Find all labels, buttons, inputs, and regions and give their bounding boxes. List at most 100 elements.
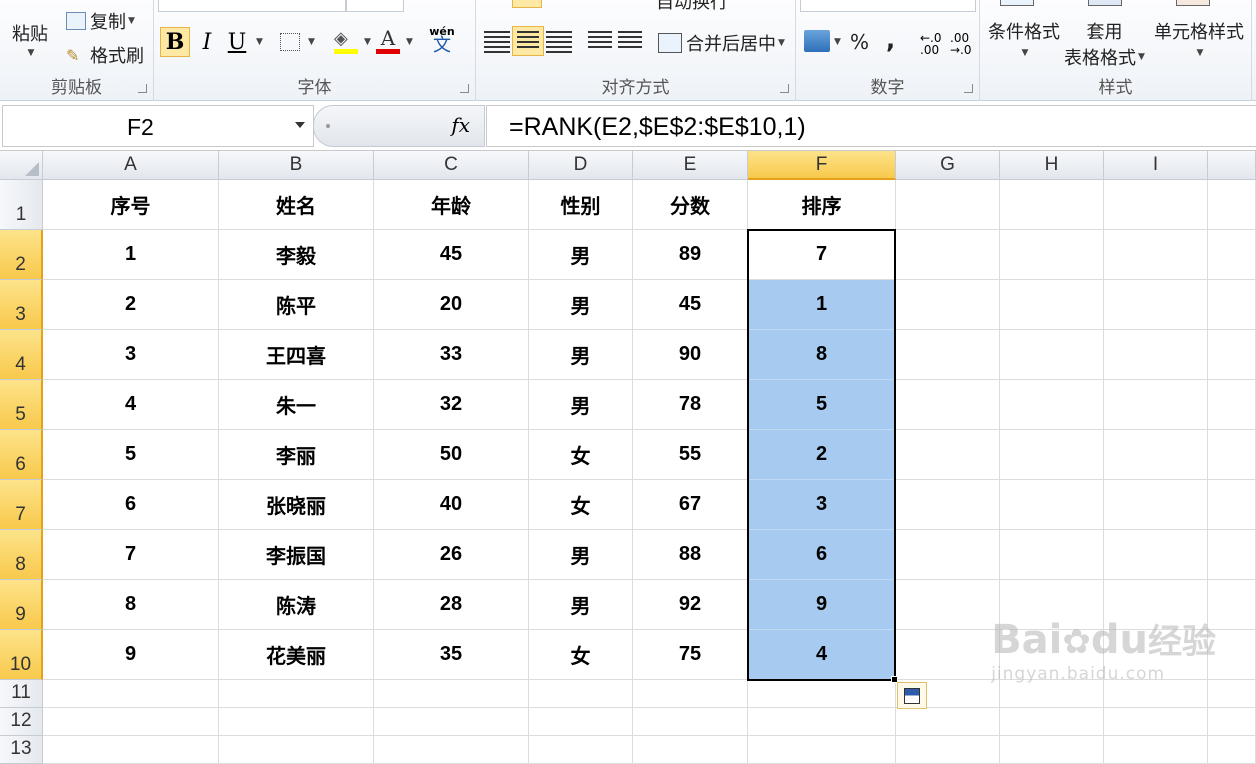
cell-e1[interactable]: 分数 <box>633 180 748 230</box>
comma-button[interactable]: , <box>886 26 895 54</box>
cell-d2[interactable]: 男 <box>529 230 633 280</box>
cell-d6[interactable]: 女 <box>529 430 633 480</box>
cell-a2[interactable]: 1 <box>43 230 219 280</box>
cell-c11[interactable] <box>374 680 529 708</box>
currency-icon[interactable] <box>804 30 830 52</box>
column-header-i[interactable]: I <box>1104 151 1208 180</box>
cell-a10[interactable]: 9 <box>43 630 219 680</box>
cell-h6[interactable] <box>1000 430 1104 480</box>
top-align-button[interactable] <box>512 0 542 8</box>
cell-c12[interactable] <box>374 708 529 736</box>
cell-b2[interactable]: 李毅 <box>219 230 374 280</box>
chevron-down-icon[interactable] <box>295 122 305 128</box>
cell-c9[interactable]: 28 <box>374 580 529 630</box>
cell-b4[interactable]: 王四喜 <box>219 330 374 380</box>
cell-b8[interactable]: 李振国 <box>219 530 374 580</box>
cell-g12[interactable] <box>896 708 1000 736</box>
cell-a9[interactable]: 8 <box>43 580 219 630</box>
cell-a4[interactable]: 3 <box>43 330 219 380</box>
cell-i12[interactable] <box>1104 708 1208 736</box>
cell-f3[interactable]: 1 <box>748 280 896 330</box>
decrease-decimal-icon[interactable]: .00 →.0 <box>950 32 972 56</box>
cell-d1[interactable]: 性别 <box>529 180 633 230</box>
format-painter-button[interactable]: ✎ 格式刷 <box>66 42 144 68</box>
chevron-down-icon[interactable]: ▼ <box>364 37 371 47</box>
cell-h3[interactable] <box>1000 280 1104 330</box>
cell-h7[interactable] <box>1000 480 1104 530</box>
cell-f2[interactable]: 7 <box>748 230 896 280</box>
align-left-icon[interactable] <box>484 31 510 53</box>
dialog-launcher-icon[interactable] <box>780 84 789 93</box>
cell-b10[interactable]: 花美丽 <box>219 630 374 680</box>
row-header-12[interactable]: 12 <box>0 708 43 736</box>
cell-a7[interactable]: 6 <box>43 480 219 530</box>
cell-h4[interactable] <box>1000 330 1104 380</box>
cell-b5[interactable]: 朱一 <box>219 380 374 430</box>
cell-i7[interactable] <box>1104 480 1208 530</box>
cell-f7[interactable]: 3 <box>748 480 896 530</box>
chevron-down-icon[interactable]: ▼ <box>256 37 263 47</box>
align-right-icon[interactable] <box>546 31 572 53</box>
cell-c10[interactable]: 35 <box>374 630 529 680</box>
number-format-dropdown[interactable] <box>800 0 976 12</box>
column-header-a[interactable]: A <box>43 151 219 180</box>
cell-g5[interactable] <box>896 380 1000 430</box>
cell-g3[interactable] <box>896 280 1000 330</box>
cell-f8[interactable]: 6 <box>748 530 896 580</box>
cell-d11[interactable] <box>529 680 633 708</box>
cell-g4[interactable] <box>896 330 1000 380</box>
name-box[interactable]: F2 <box>2 105 314 147</box>
cell-i11[interactable] <box>1104 680 1208 708</box>
row-header-2[interactable]: 2 <box>0 230 43 280</box>
cell-i2[interactable] <box>1104 230 1208 280</box>
cell-b6[interactable]: 李丽 <box>219 430 374 480</box>
cell-f12[interactable] <box>748 708 896 736</box>
cell-h11[interactable] <box>1000 680 1104 708</box>
cell-a1[interactable]: 序号 <box>43 180 219 230</box>
cell-b9[interactable]: 陈涛 <box>219 580 374 630</box>
cell-e9[interactable]: 92 <box>633 580 748 630</box>
cell-d4[interactable]: 男 <box>529 330 633 380</box>
cell-g6[interactable] <box>896 430 1000 480</box>
column-header-b[interactable]: B <box>219 151 374 180</box>
cell-i5[interactable] <box>1104 380 1208 430</box>
cell-i6[interactable] <box>1104 430 1208 480</box>
cell-g1[interactable] <box>896 180 1000 230</box>
merge-center-button[interactable]: 合并后居中 ▼ <box>658 30 785 56</box>
cell-h12[interactable] <box>1000 708 1104 736</box>
cell-a6[interactable]: 5 <box>43 430 219 480</box>
chevron-down-icon[interactable]: ▼ <box>308 37 315 47</box>
copy-button[interactable]: 复制 ▼ <box>66 8 135 34</box>
cell-b3[interactable]: 陈平 <box>219 280 374 330</box>
column-header-h[interactable]: H <box>1000 151 1104 180</box>
dialog-launcher-icon[interactable] <box>460 84 469 93</box>
cell-b11[interactable] <box>219 680 374 708</box>
row-header-4[interactable]: 4 <box>0 330 43 380</box>
bold-button[interactable]: B <box>160 27 190 57</box>
dialog-launcher-icon[interactable] <box>138 84 147 93</box>
conditional-format-button[interactable]: 条件格式 ▼ <box>988 18 1060 58</box>
cell-h5[interactable] <box>1000 380 1104 430</box>
cell-f4[interactable]: 8 <box>748 330 896 380</box>
row-header-7[interactable]: 7 <box>0 480 43 530</box>
cell-d9[interactable]: 男 <box>529 580 633 630</box>
column-header-g[interactable]: G <box>896 151 1000 180</box>
cell-e12[interactable] <box>633 708 748 736</box>
cell-d8[interactable]: 男 <box>529 530 633 580</box>
cell-c3[interactable]: 20 <box>374 280 529 330</box>
cell-f1[interactable]: 排序 <box>748 180 896 230</box>
cell-a11[interactable] <box>43 680 219 708</box>
column-header-c[interactable]: C <box>374 151 529 180</box>
paste-button[interactable]: 粘贴 ▼ <box>12 20 48 58</box>
cell-f11[interactable] <box>748 680 896 708</box>
cell-d5[interactable]: 男 <box>529 380 633 430</box>
cell-styles-button[interactable]: 单元格样式 ▼ <box>1154 18 1244 58</box>
chevron-down-icon[interactable]: ▼ <box>834 37 841 47</box>
cell-e5[interactable]: 78 <box>633 380 748 430</box>
cell-f9[interactable]: 9 <box>748 580 896 630</box>
select-all-button[interactable] <box>0 151 43 180</box>
font-size-dropdown[interactable] <box>346 0 404 12</box>
resize-handle-icon[interactable] <box>326 124 330 128</box>
cell-c6[interactable]: 50 <box>374 430 529 480</box>
underline-button[interactable]: U <box>222 27 252 57</box>
